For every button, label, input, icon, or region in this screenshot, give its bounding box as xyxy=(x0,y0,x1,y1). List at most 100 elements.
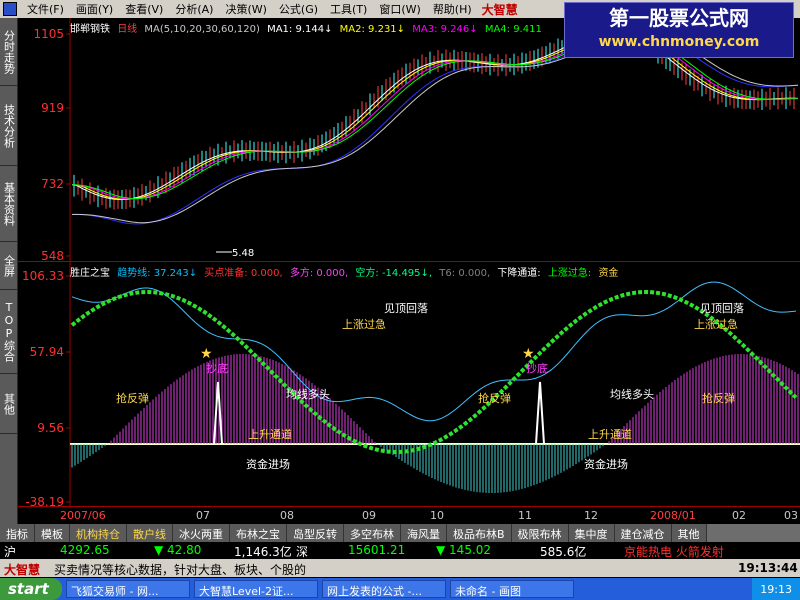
price-chart-header: 邯郸钢铁 日线 MA(5,10,20,30,60,120) MA1: 9.144… xyxy=(70,20,546,35)
sh-change: ▼ 42.80 xyxy=(154,543,202,557)
tab-retail-line[interactable]: 散户线 xyxy=(127,524,173,542)
signal-rebound-3: 抢反弹 xyxy=(702,391,735,405)
side-tab-fundamentals[interactable]: 基本资料 xyxy=(0,166,18,242)
y-tick-label: -38.19 xyxy=(25,495,64,506)
y-tick-label: 57.94 xyxy=(30,345,64,359)
scrolling-news[interactable]: 京能热电 火箭发射 xyxy=(624,543,724,560)
date-tick: 10 xyxy=(430,509,444,522)
indicator-pane[interactable]: 106.33 57.94 9.56 -38.19 抢反弹 ★ 抄底 均线多头 上升通道… xyxy=(18,262,800,509)
sh-index: 4292.65 xyxy=(60,543,110,557)
indicator-header: 胜庄之宝 趋势线: 37.243↓ 买点准备: 0.000, 多方: 0.000… xyxy=(70,264,622,279)
indicator-tab-bar: 指标 模板 机构持仓 散户线 冰火两重 布林之宝 岛型反转 多空布林 海风量 极… xyxy=(0,524,800,542)
side-tab-filler xyxy=(0,434,18,526)
menu-screen[interactable]: 画面(Y) xyxy=(70,1,119,17)
tab-premium-bollinger-b[interactable]: 极品布林B xyxy=(447,524,512,542)
star-icon: ★ xyxy=(200,346,213,362)
menu-formula[interactable]: 公式(G) xyxy=(273,1,324,17)
market-quote-bar: 沪 4292.65 ▼ 42.80 1,146.3亿 深 15601.21 ▼ … xyxy=(0,542,800,559)
side-tab-fullscreen[interactable]: 全屏 xyxy=(0,242,18,290)
date-tick: 03 xyxy=(784,509,798,522)
taskbar: start 飞狐交易师 - 网... 大智慧Level-2证... 网上发表的公… xyxy=(0,578,800,600)
down-channel-label: 下降通道: xyxy=(497,268,541,279)
news-text[interactable]: 买卖情况等核心数据，针对大盘、板块、个股的 xyxy=(54,561,306,578)
app-window: 文件(F) 画面(Y) 查看(V) 分析(A) 决策(W) 公式(G) 工具(T… xyxy=(0,0,800,600)
task-button[interactable]: 网上发表的公式 -... xyxy=(322,580,446,598)
menu-window[interactable]: 窗口(W) xyxy=(373,1,426,17)
date-tick: 11 xyxy=(518,509,532,522)
menu-decision[interactable]: 决策(W) xyxy=(219,1,272,17)
ma2-value: MA2: 9.231↓ xyxy=(339,24,406,35)
y-tick-label: 548 xyxy=(41,249,64,262)
signal-up-channel-2: 上升通道 xyxy=(588,427,632,441)
menu-analysis[interactable]: 分析(A) xyxy=(169,1,219,17)
sz-amount: 585.6亿 xyxy=(540,545,587,559)
signal-bottom-1: 抄底 xyxy=(206,361,228,375)
ma4-value: MA4: 9.411 xyxy=(484,24,542,35)
menu-tools[interactable]: 工具(T) xyxy=(324,1,373,17)
signal-spike xyxy=(213,381,223,445)
side-tab-other[interactable]: 其他 xyxy=(0,374,18,434)
tab-build-reduce[interactable]: 建仓减仓 xyxy=(614,524,672,542)
short-value: 空方: -14.495↓, xyxy=(355,268,433,279)
tab-ice-fire[interactable]: 冰火两重 xyxy=(173,524,230,542)
tab-island-reversal[interactable]: 岛型反转 xyxy=(287,524,344,542)
signal-ma-bull-1: 均线多头 xyxy=(286,387,330,401)
sz-index: 15601.21 xyxy=(348,543,406,557)
indicator-histogram xyxy=(71,354,799,493)
start-button[interactable]: start xyxy=(0,578,62,600)
date-axis: 2007/06 07 08 09 10 11 12 2008/01 02 03 xyxy=(18,506,800,524)
tab-institution-holdings[interactable]: 机构持仓 xyxy=(70,524,127,542)
t6-value: T6: 0.000, xyxy=(439,268,491,279)
ma-line-4 xyxy=(71,33,799,199)
signal-funds-in-2: 资金进场 xyxy=(584,457,628,471)
signal-spike xyxy=(535,381,545,445)
price-axis: 1105 919 732 548 xyxy=(33,18,71,263)
tab-sea-wind-volume[interactable]: 海风量 xyxy=(401,524,447,542)
date-tick: 07 xyxy=(196,509,210,522)
side-tab-top[interactable]: TOP综合 xyxy=(0,290,18,374)
low-annotation-text: 5.48 xyxy=(232,248,254,259)
sh-amount: 1,146.3亿 xyxy=(234,545,292,559)
date-tick: 09 xyxy=(362,509,376,522)
signal-top-fall-1: 见顶回落 xyxy=(384,302,428,315)
signal-overheat-2: 上涨过急 xyxy=(694,317,738,331)
up-urgent-label: 上涨过急: xyxy=(547,268,592,279)
menu-file[interactable]: 文件(F) xyxy=(21,1,70,17)
app-icon[interactable] xyxy=(3,2,17,16)
signal-overheat-1: 上涨过急 xyxy=(342,317,386,331)
menu-view[interactable]: 查看(V) xyxy=(119,1,169,17)
tab-concentration[interactable]: 集中度 xyxy=(568,524,615,542)
ma-line-6 xyxy=(71,30,799,224)
date-tick: 08 xyxy=(280,509,294,522)
ma-params: MA(5,10,20,30,60,120) xyxy=(144,24,260,35)
menu-help[interactable]: 帮助(H) xyxy=(427,1,478,17)
news-bar: 大智慧 买卖情况等核心数据，针对大盘、板块、个股的 19:13:44 xyxy=(0,559,800,577)
moving-averages xyxy=(71,30,799,225)
watermark-title: 第一股票公式网 xyxy=(609,6,749,30)
side-tab-intraday[interactable]: 分时走势 xyxy=(0,18,18,86)
tab-long-short-bollinger[interactable]: 多空布林 xyxy=(344,524,401,542)
side-tab-bar: 分时走势 技术分析 基本资料 全屏 TOP综合 其他 xyxy=(0,18,18,526)
task-button[interactable]: 未命名 - 画图 xyxy=(450,580,574,598)
long-value: 多方: 0.000, xyxy=(289,268,349,279)
sz-change: ▼ 145.02 xyxy=(436,543,492,557)
task-button[interactable]: 大智慧Level-2证... xyxy=(194,580,318,598)
tab-other[interactable]: 其他 xyxy=(671,524,707,542)
tab-template[interactable]: 模板 xyxy=(35,524,70,542)
task-button[interactable]: 飞狐交易师 - 网... xyxy=(66,580,190,598)
signal-ma-bull-2: 均线多头 xyxy=(610,387,654,401)
low-annotation: 5.48 xyxy=(216,248,254,259)
news-brand: 大智慧 xyxy=(4,563,41,577)
tab-bollinger-treasure[interactable]: 布林之宝 xyxy=(230,524,287,542)
sh-label: 沪 xyxy=(4,545,17,559)
stock-name: 邯郸钢铁 xyxy=(70,24,110,35)
signal-bottom-2: 抄底 xyxy=(526,361,548,375)
watermark-url: www.chnmoney.com xyxy=(598,34,760,50)
tab-indicator[interactable]: 指标 xyxy=(0,524,35,542)
side-tab-technical[interactable]: 技术分析 xyxy=(0,86,18,166)
watermark-banner: 第一股票公式网 www.chnmoney.com xyxy=(564,2,794,58)
tab-extreme-bollinger[interactable]: 极限布林 xyxy=(511,524,569,542)
sz-label: 深 xyxy=(296,545,309,559)
period-label[interactable]: 日线 xyxy=(117,24,137,35)
ma-line-3 xyxy=(71,32,798,200)
